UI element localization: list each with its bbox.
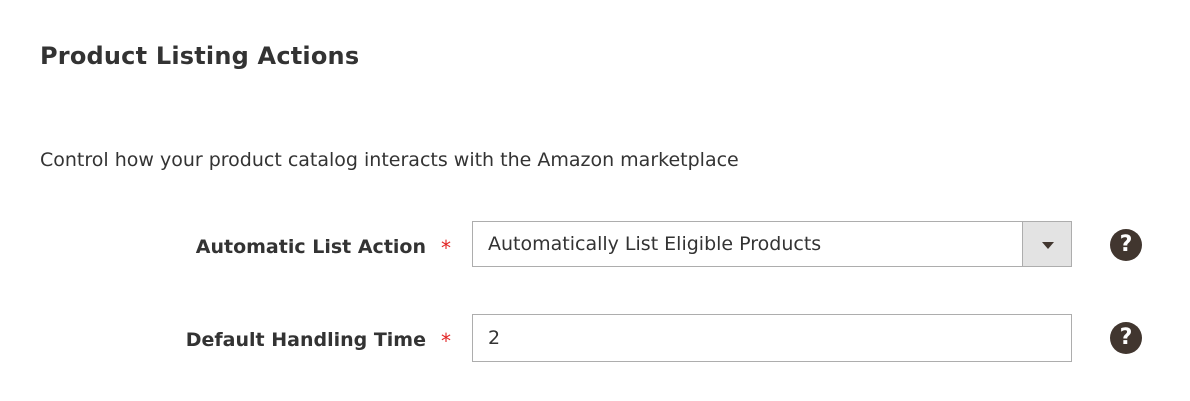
question-circle-icon[interactable]: ? bbox=[1110, 229, 1142, 261]
chevron-down-icon bbox=[1042, 242, 1054, 249]
section-description: Control how your product catalog interac… bbox=[40, 149, 739, 171]
automatic-list-action-label: Automatic List Action bbox=[195, 236, 426, 258]
section-title: Product Listing Actions bbox=[40, 42, 360, 70]
product-listing-actions-page: Product Listing Actions Control how your… bbox=[0, 0, 1190, 401]
automatic-list-action-select[interactable]: Automatically List Eligible Products bbox=[472, 221, 1072, 267]
dropdown-toggle[interactable] bbox=[1022, 222, 1071, 266]
default-handling-time-input[interactable] bbox=[472, 314, 1072, 362]
field-row-default-handling-time: Default Handling Time * ? bbox=[0, 314, 1190, 362]
required-marker: * bbox=[441, 329, 451, 353]
question-circle-icon[interactable]: ? bbox=[1110, 322, 1142, 354]
field-row-automatic-list-action: Automatic List Action * Automatically Li… bbox=[0, 221, 1190, 269]
required-marker: * bbox=[441, 236, 451, 260]
automatic-list-action-selected-value: Automatically List Eligible Products bbox=[488, 233, 822, 255]
default-handling-time-label: Default Handling Time bbox=[185, 329, 426, 351]
